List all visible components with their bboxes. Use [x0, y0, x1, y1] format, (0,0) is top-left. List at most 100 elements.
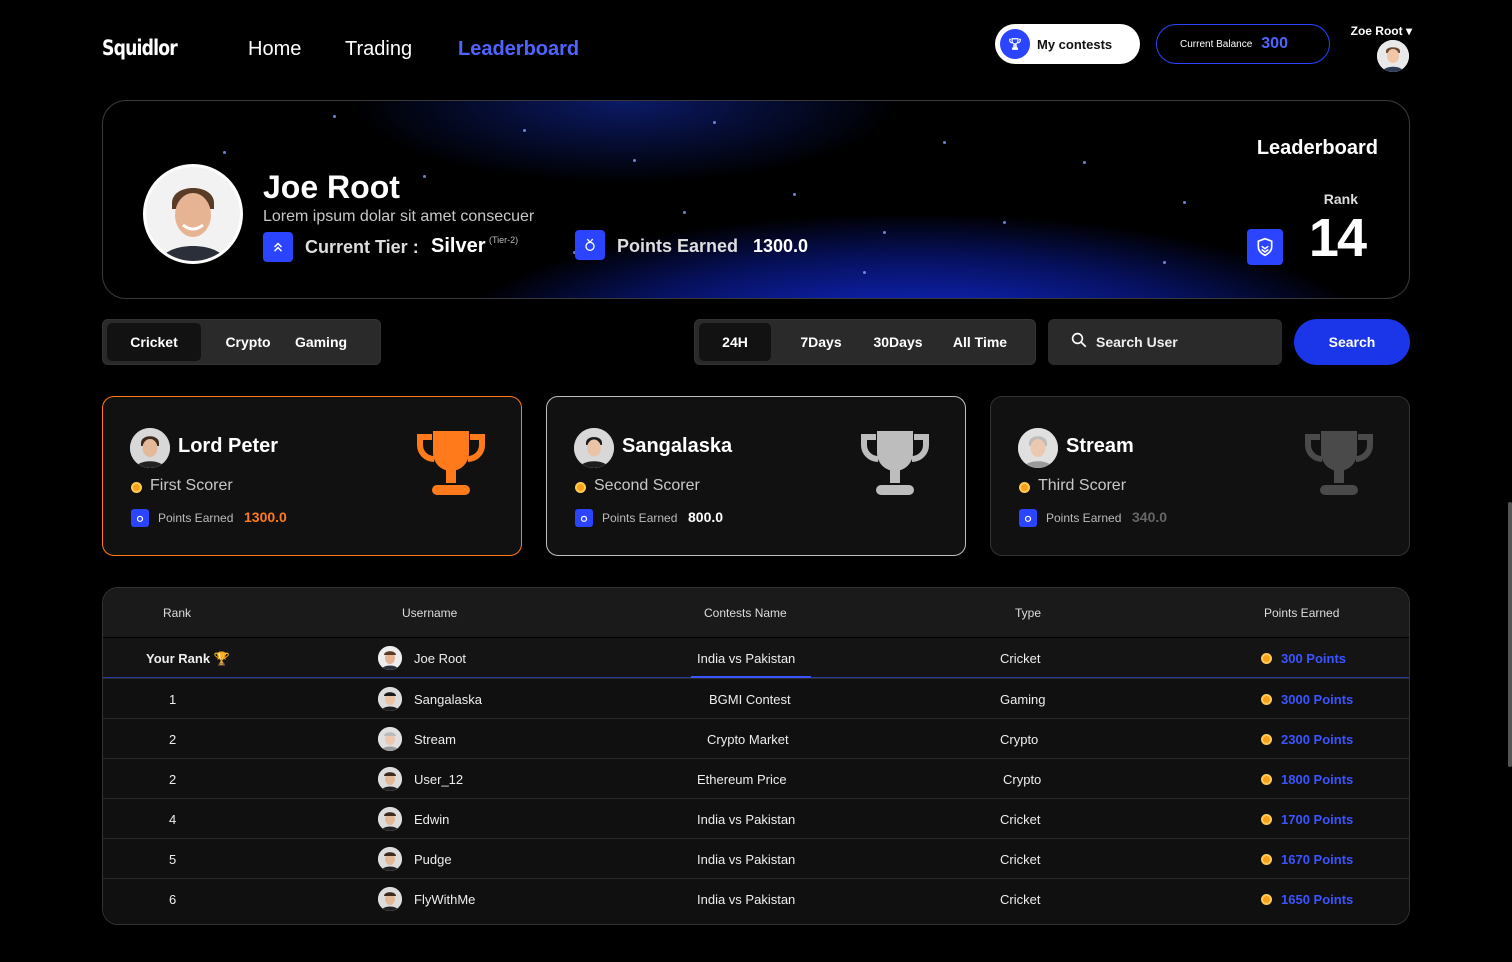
row-contest: Crypto Market — [707, 732, 789, 747]
silver-trophy-icon — [861, 431, 929, 495]
category-cricket[interactable]: Cricket — [107, 323, 201, 361]
row-rank: 2 — [169, 732, 177, 747]
row-username: User_12 — [414, 772, 464, 787]
period-all-time[interactable]: All Time — [941, 323, 1019, 361]
scorer-name: Stream — [1066, 435, 1134, 457]
rank-shield-icon — [1247, 229, 1283, 265]
table-header: Rank Username Contests Name Type Points … — [103, 588, 1409, 637]
profile-subtitle: Lorem ipsum dolar sit amet consecuer — [263, 208, 535, 225]
search-input[interactable]: Search User — [1048, 319, 1282, 365]
my-contests-button[interactable]: My contests — [995, 24, 1140, 64]
profile-name: Joe Root — [263, 169, 400, 205]
table-row[interactable]: 2 Stream Crypto Market Crypto 2300 Point… — [103, 718, 1409, 758]
search-placeholder: Search User — [1096, 334, 1178, 350]
scorer-avatar — [574, 428, 614, 468]
coin-icon — [575, 482, 586, 493]
coin-icon — [1261, 814, 1272, 825]
row-contest: India vs Pakistan — [697, 651, 796, 666]
coin-icon — [1261, 734, 1272, 745]
search-button[interactable]: Search — [1294, 319, 1410, 365]
points-value: 1300.0 — [753, 236, 809, 256]
row-points: 3000 Points — [1281, 692, 1354, 707]
table-row[interactable]: 5 Pudge India vs Pakistan Cricket 1670 P… — [103, 838, 1409, 878]
leaderboard-page: Squidlor Home Trading Leaderboard My con… — [0, 0, 1512, 962]
scorer-role: Third Scorer — [1038, 477, 1127, 494]
row-type: Crypto — [1000, 732, 1039, 747]
row-avatar — [378, 646, 402, 670]
nav-home[interactable]: Home — [248, 38, 301, 61]
gold-trophy-icon — [417, 431, 485, 495]
coin-icon — [1019, 482, 1030, 493]
period-7days[interactable]: 7Days — [787, 323, 855, 361]
bronze-trophy-icon — [1305, 431, 1373, 495]
trophy-icon — [1000, 29, 1030, 59]
period-24h[interactable]: 24H — [699, 323, 771, 361]
user-menu[interactable]: Zoe Root ▾ — [1346, 24, 1412, 72]
profile-avatar — [143, 164, 243, 264]
row-rank: 5 — [169, 852, 177, 867]
scorer-role: Second Scorer — [594, 477, 700, 494]
category-crypto[interactable]: Crypto — [213, 323, 283, 361]
coin-icon — [1261, 774, 1272, 785]
row-type: Cricket — [1000, 852, 1041, 867]
row-type: Crypto — [1003, 772, 1042, 787]
points-label: Points Earned — [617, 236, 739, 256]
third-scorer-card[interactable]: Stream Third Scorer Points Earned 340.0 — [990, 396, 1410, 556]
tier-value: Silver — [431, 235, 486, 257]
scorer-avatar — [1018, 428, 1058, 468]
nav-leaderboard[interactable]: Leaderboard — [458, 38, 579, 61]
row-avatar — [378, 727, 402, 751]
points-label: Points Earned — [1046, 511, 1122, 525]
logo[interactable]: Squidlor — [102, 36, 178, 60]
row-avatar — [378, 767, 402, 791]
my-contests-label: My contests — [1037, 36, 1113, 52]
medal-icon — [1019, 509, 1037, 527]
coin-icon — [1261, 854, 1272, 865]
row-type: Cricket — [1000, 812, 1041, 827]
row-rank: 2 — [169, 772, 177, 787]
second-scorer-card[interactable]: Sangalaska Second Scorer Points Earned 8… — [546, 396, 966, 556]
row-contest: BGMI Contest — [709, 692, 791, 707]
row-points: 300 Points — [1281, 651, 1347, 666]
row-type: Gaming — [1000, 692, 1046, 707]
leaderboard-title: Leaderboard — [1256, 137, 1378, 159]
profile-hero: Joe Root Lorem ipsum dolar sit amet cons… — [102, 100, 1410, 299]
points-label: Points Earned — [158, 511, 234, 525]
scorer-role: First Scorer — [150, 477, 233, 494]
header-type: Type — [1015, 606, 1042, 620]
period-30days[interactable]: 30Days — [863, 323, 933, 361]
scorer-points: 1300.0 — [244, 509, 287, 525]
medal-icon — [575, 230, 605, 260]
table-row[interactable]: 1 Sangalaska BGMI Contest Gaming 3000 Po… — [103, 678, 1409, 718]
page-scrollbar[interactable] — [1508, 502, 1512, 767]
leaderboard-table: Rank Username Contests Name Type Points … — [102, 587, 1410, 925]
scorer-points: 800.0 — [688, 509, 724, 525]
medal-icon — [575, 509, 593, 527]
row-username: Sangalaska — [414, 692, 482, 707]
tier-chevron-icon — [263, 232, 293, 262]
row-username: Stream — [414, 732, 456, 747]
table-row[interactable]: 6 FlyWithMe India vs Pakistan Cricket 16… — [103, 878, 1409, 924]
row-contest: India vs Pakistan — [697, 892, 796, 907]
category-filter: Cricket Crypto Gaming — [102, 319, 381, 365]
table-row[interactable]: 2 User_12 Ethereum Price Crypto 1800 Poi… — [103, 758, 1409, 798]
row-username: FlyWithMe — [414, 892, 476, 907]
balance-value: 300 — [1261, 35, 1288, 52]
row-avatar — [378, 687, 402, 711]
row-username: Edwin — [414, 812, 450, 827]
your-rank-row[interactable]: Your Rank 🏆 Joe Root India vs Pakistan C… — [103, 638, 1409, 678]
coin-icon — [1261, 694, 1272, 705]
row-avatar — [378, 807, 402, 831]
row-username: Joe Root — [414, 651, 467, 666]
row-points: 1800 Points — [1281, 772, 1354, 787]
header-points-earned: Points Earned — [1264, 606, 1340, 620]
period-filter: 24H 7Days 30Days All Time — [694, 319, 1036, 365]
table-row[interactable]: 4 Edwin India vs Pakistan Cricket 1700 P… — [103, 798, 1409, 838]
first-scorer-card[interactable]: Lord Peter First Scorer Points Earned 13… — [102, 396, 522, 556]
balance-button[interactable]: Current Balance 300 — [1156, 24, 1330, 64]
nav-trading[interactable]: Trading — [345, 38, 412, 61]
row-rank: 1 — [169, 692, 177, 707]
category-gaming[interactable]: Gaming — [283, 323, 359, 361]
rank-value: 14 — [1308, 208, 1367, 268]
row-rank: 6 — [169, 892, 177, 907]
